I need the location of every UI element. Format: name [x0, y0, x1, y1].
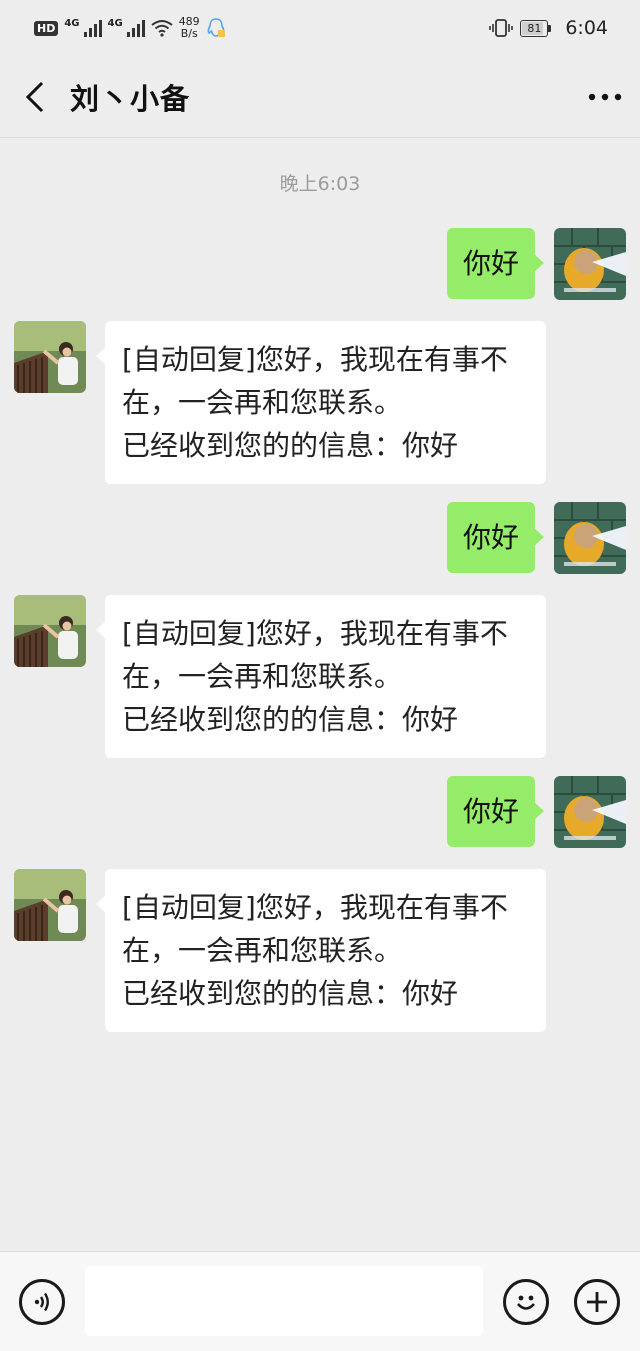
message-line: 在，一会再和您联系。 — [122, 934, 403, 967]
message-line: 已经收到您的的信息：你好 — [122, 977, 459, 1010]
message-text: 你好 — [462, 247, 519, 280]
sent-bubble[interactable]: 你好 — [446, 228, 545, 299]
message-line: [自动回复]您好，我现在有事不 — [122, 891, 508, 924]
voice-button[interactable] — [19, 1279, 65, 1325]
sent-bubble[interactable]: 你好 — [446, 502, 545, 573]
sent-bubble[interactable]: 你好 — [446, 776, 545, 847]
my-avatar[interactable] — [554, 502, 626, 574]
received-bubble[interactable]: [自动回复]您好，我现在有事不 在，一会再和您联系。 已经收到您的的信息：你好 — [96, 321, 546, 484]
qq-notification-icon — [207, 18, 225, 37]
message-text: 你好 — [462, 521, 519, 554]
message-text: 你好 — [462, 795, 519, 828]
message-input[interactable] — [85, 1266, 483, 1336]
more-dots-icon — [588, 93, 622, 100]
chat-area[interactable]: 晚上6:03 你好 [自动回复]您好，我现在有事不 在，一会再和您联系。 已经收… — [0, 139, 640, 1251]
contact-avatar[interactable] — [14, 595, 86, 667]
plus-icon — [587, 1292, 607, 1312]
signal-icon-2 — [126, 19, 145, 37]
chat-title: 刘丶小备 — [70, 81, 191, 116]
vibrate-icon — [489, 19, 514, 37]
wifi-icon — [151, 20, 173, 37]
status-right: 81 6:04 — [488, 17, 608, 39]
message-line: [自动回复]您好，我现在有事不 — [122, 617, 508, 650]
network-type-1: 4G — [64, 17, 80, 29]
voice-icon — [34, 1292, 49, 1312]
chat-header: 刘丶小备 — [0, 56, 640, 138]
message-line: 已经收到您的的信息：你好 — [122, 703, 459, 736]
emoji-icon — [517, 1295, 535, 1310]
clock: 6:04 — [565, 17, 608, 39]
my-avatar[interactable] — [554, 228, 626, 300]
back-button[interactable] — [0, 56, 70, 138]
input-bar — [0, 1251, 640, 1351]
signal-icon — [83, 19, 102, 37]
more-button[interactable] — [570, 56, 640, 138]
status-bar: HD 4G 4G 489 B/s 81 6:04 — [0, 0, 640, 56]
battery-icon: 81 — [520, 19, 552, 37]
chevron-left-icon — [25, 81, 44, 112]
contact-avatar[interactable] — [14, 321, 86, 393]
received-bubble[interactable]: [自动回复]您好，我现在有事不 在，一会再和您联系。 已经收到您的的信息：你好 — [96, 595, 546, 758]
battery-level: 81 — [527, 21, 542, 35]
received-bubble[interactable]: [自动回复]您好，我现在有事不 在，一会再和您联系。 已经收到您的的信息：你好 — [96, 869, 546, 1032]
network-type-2: 4G — [107, 17, 123, 29]
message-line: 在，一会再和您联系。 — [122, 386, 403, 419]
message-line: 在，一会再和您联系。 — [122, 660, 403, 693]
contact-avatar[interactable] — [14, 869, 86, 941]
message-line: 已经收到您的的信息：你好 — [122, 429, 459, 462]
emoji-button[interactable] — [503, 1279, 549, 1325]
hd-badge: HD — [34, 20, 59, 36]
message-timestamp: 晚上6:03 — [279, 173, 361, 195]
plus-button[interactable] — [574, 1279, 620, 1325]
speed-unit: B/s — [180, 27, 198, 40]
my-avatar[interactable] — [554, 776, 626, 848]
network-speed: 489 B/s — [179, 16, 200, 40]
message-line: [自动回复]您好，我现在有事不 — [122, 343, 508, 376]
status-left: HD 4G 4G 489 B/s — [34, 16, 226, 40]
